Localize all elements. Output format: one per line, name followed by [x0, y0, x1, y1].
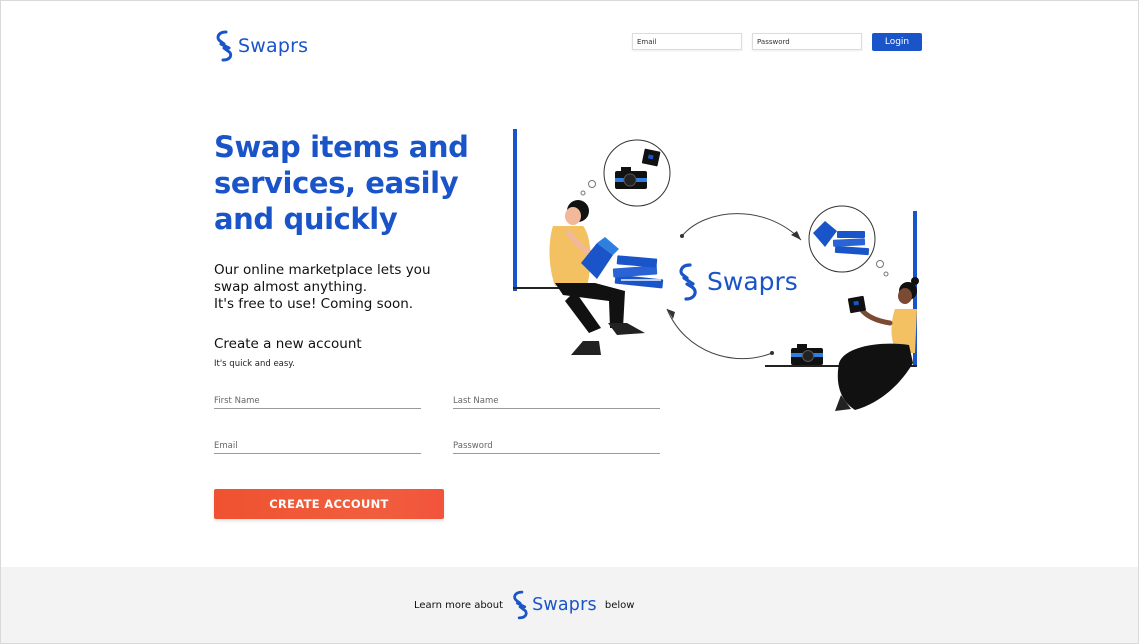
logo-text: Swaprs	[238, 35, 309, 57]
signup-title: Create a new account	[214, 336, 362, 352]
center-logo-text: Swaprs	[707, 267, 798, 296]
wall-bar	[513, 129, 517, 291]
header-password-input[interactable]	[752, 33, 862, 50]
thought-dot	[588, 180, 596, 188]
footer-logo-text: Swaprs	[532, 595, 597, 615]
hero-subtext-line: swap almost anything.	[214, 279, 368, 295]
first-name-field[interactable]	[214, 393, 421, 409]
arrow-dot	[770, 351, 774, 355]
woman-figure	[835, 277, 919, 411]
tablet-icon	[847, 295, 866, 314]
create-account-button[interactable]: CREATE ACCOUNT	[214, 489, 444, 519]
page-headline: Swap items and services, easily and quic…	[214, 130, 469, 236]
signup-subtitle: It's quick and easy.	[214, 359, 295, 369]
hero-subtext: Our online marketplace lets you swap alm…	[214, 262, 431, 313]
chain-link-s-icon	[216, 30, 233, 62]
thought-dot	[580, 190, 586, 196]
thought-dot	[883, 271, 889, 277]
header-email-input[interactable]	[632, 33, 742, 50]
arrow-dot	[680, 234, 684, 238]
email-field[interactable]	[214, 438, 421, 454]
footer-text-before: Learn more about	[414, 599, 504, 611]
thought-dot	[876, 260, 884, 268]
footer-text-after: below	[604, 599, 635, 611]
swap-arrow-bottom	[666, 308, 773, 360]
footer-learn-more: Learn more about Swaprs below	[414, 589, 634, 621]
camera-icon	[791, 344, 823, 365]
hero-subtext-line: It's free to use! Coming soon.	[214, 296, 414, 312]
login-button[interactable]: Login	[872, 33, 922, 51]
books-icon	[612, 255, 664, 289]
swap-arrow-top	[681, 213, 802, 241]
chain-link-s-icon	[513, 590, 528, 620]
hero-illustration: Swaprs	[513, 129, 919, 411]
header-logo[interactable]: Swaprs	[213, 29, 308, 63]
center-logo: Swaprs	[679, 263, 798, 301]
footer-logo[interactable]: Swaprs	[510, 589, 597, 621]
hero-subtext-line: Our online marketplace lets you	[214, 262, 431, 278]
password-field[interactable]	[453, 438, 660, 454]
